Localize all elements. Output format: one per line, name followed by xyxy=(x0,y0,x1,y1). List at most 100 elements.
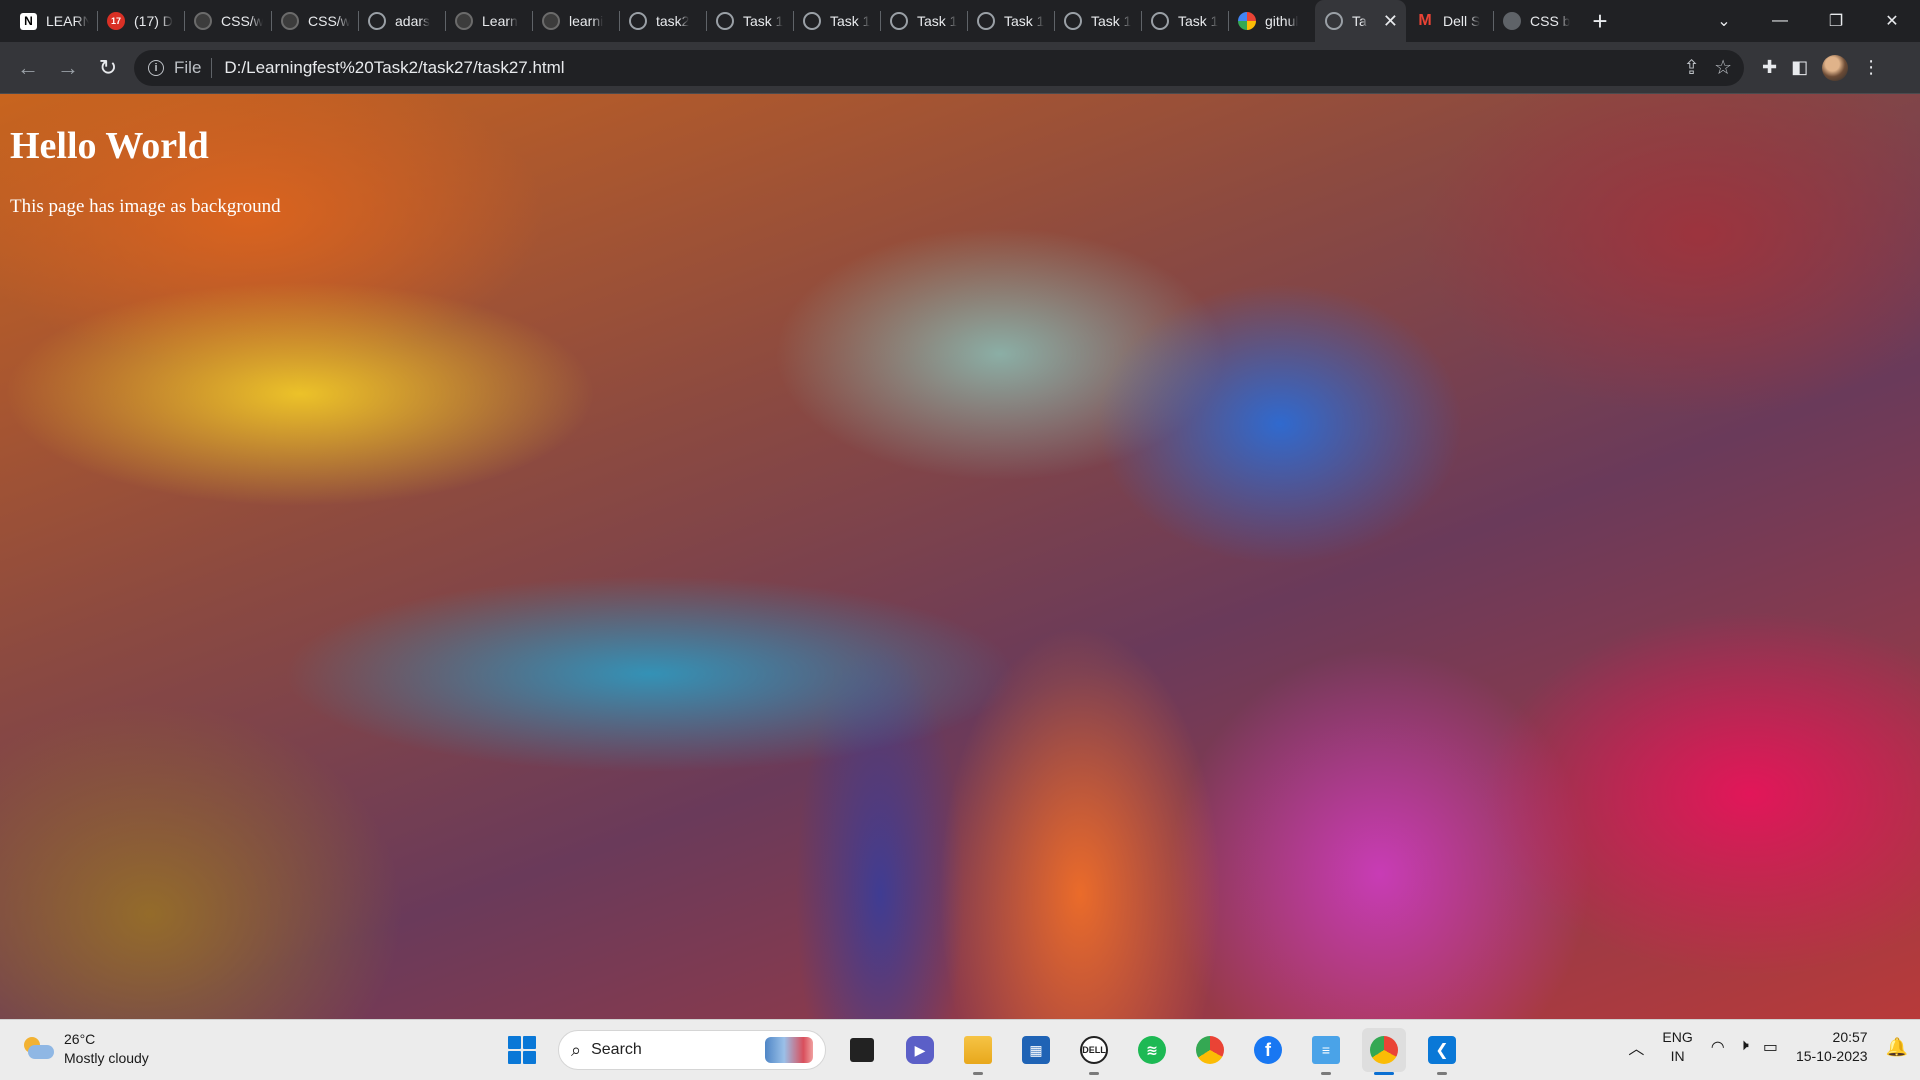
tab[interactable]: Task 1 xyxy=(793,0,880,42)
partly-cloudy-icon xyxy=(20,1035,54,1063)
lang-code: ENG xyxy=(1662,1029,1693,1045)
scheme-chip[interactable]: File xyxy=(174,57,213,78)
search-icon: ⌕ xyxy=(571,1039,582,1060)
reload-icon[interactable]: ↻ xyxy=(88,48,128,88)
url-text[interactable]: D:/Learningfest%20Task2/task27/task27.ht… xyxy=(224,58,564,78)
globe-icon xyxy=(803,12,821,30)
microsoft-store-icon[interactable]: ▦ xyxy=(1014,1028,1058,1072)
spotify-icon[interactable]: ≋ xyxy=(1130,1028,1174,1072)
language-indicator[interactable]: ENG IN xyxy=(1662,1028,1692,1066)
tab-title: Task 1 xyxy=(1091,13,1132,29)
taskbar-search[interactable]: ⌕ Search xyxy=(558,1030,826,1070)
tab-title: (17) D xyxy=(134,13,173,29)
weather-widget[interactable]: 26°C Mostly cloudy xyxy=(20,1030,149,1068)
tab[interactable]: M Dell S xyxy=(1406,0,1493,42)
notepad-icon[interactable]: ≡ xyxy=(1304,1028,1348,1075)
tab[interactable]: CSS b xyxy=(1493,0,1580,42)
red-badge-icon: 17 xyxy=(107,12,125,30)
lang-region: IN xyxy=(1670,1048,1685,1064)
new-tab-button[interactable]: + xyxy=(1580,0,1620,42)
tab-title: Task 1 xyxy=(1004,13,1045,29)
profile-avatar[interactable] xyxy=(1822,54,1849,81)
vscode-icon[interactable]: ❮ xyxy=(1420,1028,1464,1075)
tab[interactable]: N LEARN xyxy=(10,0,97,42)
windows-start-icon[interactable] xyxy=(500,1028,544,1072)
tab-title: CSS/w xyxy=(308,13,350,29)
github-icon xyxy=(194,12,212,30)
page-paragraph: This page has image as background xyxy=(10,196,281,217)
quick-settings[interactable]: ◠ 🕨 ▭ xyxy=(1711,1037,1778,1057)
tab-title: Task 1 xyxy=(1178,13,1219,29)
tab[interactable]: Task 1 xyxy=(706,0,793,42)
tab-title: LEARN xyxy=(46,13,89,29)
tab-title: CSS b xyxy=(1530,13,1571,29)
tab[interactable]: adars xyxy=(358,0,445,42)
search-placeholder: Search xyxy=(591,1041,642,1058)
tab-title: Dell S xyxy=(1443,13,1481,29)
close-tab-icon[interactable]: ✕ xyxy=(1383,12,1398,30)
bookmark-star-icon[interactable]: ☆ xyxy=(1714,55,1732,80)
address-bar[interactable]: i File D:/Learningfest%20Task2/task27/ta… xyxy=(134,49,1744,86)
notion-icon: N xyxy=(20,12,37,30)
search-highlight-image xyxy=(765,1037,813,1063)
tab[interactable]: 17 (17) D xyxy=(97,0,184,42)
more-menu-icon[interactable]: ⋮ xyxy=(1862,57,1880,78)
globe-icon xyxy=(890,12,908,30)
globe-icon xyxy=(368,12,386,30)
teams-chat-icon[interactable]: ▶ xyxy=(898,1028,942,1072)
share-icon[interactable]: ⇪ xyxy=(1683,55,1700,80)
tab[interactable]: CSS/w xyxy=(184,0,271,42)
clock-time: 20:57 xyxy=(1832,1029,1868,1045)
tab[interactable]: learni xyxy=(532,0,619,42)
toolbar-actions: ✚ ◧ ⋮ xyxy=(1762,54,1880,81)
globe-icon xyxy=(977,12,995,30)
back-arrow-icon[interactable]: ← xyxy=(8,48,48,88)
tab-title: adars xyxy=(395,13,431,29)
tab[interactable]: Task 1 xyxy=(1141,0,1228,42)
windows-taskbar: 26°C Mostly cloudy ⌕ Search ▶ ▦ DELL ≋ f… xyxy=(0,1019,1920,1080)
tab[interactable]: Task 1 xyxy=(880,0,967,42)
info-icon[interactable]: i xyxy=(148,59,164,76)
restore-icon[interactable]: ❐ xyxy=(1808,0,1864,42)
github-icon xyxy=(281,12,299,30)
task-view-icon[interactable] xyxy=(840,1028,884,1072)
weather-condition: Mostly cloudy xyxy=(64,1050,149,1066)
globe-icon xyxy=(1325,12,1343,30)
side-panel-icon[interactable]: ◧ xyxy=(1791,57,1808,78)
tab-title: Ta xyxy=(1352,13,1367,29)
tab-active[interactable]: Ta ✕ xyxy=(1315,0,1406,42)
tab[interactable]: Learn xyxy=(445,0,532,42)
file-explorer-icon[interactable] xyxy=(956,1028,1000,1075)
globe-icon xyxy=(716,12,734,30)
show-hidden-icons-chevron-icon[interactable]: ︿ xyxy=(1628,1035,1644,1059)
chrome-profile-icon[interactable] xyxy=(1362,1028,1406,1075)
extensions-puzzle-icon[interactable]: ✚ xyxy=(1762,57,1777,78)
tab-search-chevron-icon[interactable]: ⌄ xyxy=(1696,0,1752,42)
chrome-icon[interactable] xyxy=(1188,1028,1232,1072)
globe-icon xyxy=(1064,12,1082,30)
globe-icon xyxy=(629,12,647,30)
tab[interactable]: CSS/w xyxy=(271,0,358,42)
tab-title: Task 1 xyxy=(917,13,958,29)
github-icon xyxy=(542,12,560,30)
tab[interactable]: githul xyxy=(1228,0,1315,42)
notification-bell-icon[interactable]: 🔔 xyxy=(1886,1037,1908,1058)
tab[interactable]: Task 1 xyxy=(967,0,1054,42)
speaker-muted-icon: 🕨 xyxy=(1738,1037,1749,1054)
omnibox-actions: ⇪ ☆ xyxy=(1683,55,1732,80)
weather-temp: 26°C xyxy=(64,1031,96,1047)
tab[interactable]: Task 1 xyxy=(1054,0,1141,42)
close-window-icon[interactable]: ✕ xyxy=(1864,0,1920,42)
browser-tabstrip: N LEARN 17 (17) D CSS/w CSS/w adars Lear… xyxy=(0,0,1920,42)
tab-title: githul xyxy=(1265,13,1299,29)
wifi-icon: ◠ xyxy=(1710,1039,1725,1056)
clock[interactable]: 20:57 15-10-2023 xyxy=(1796,1028,1868,1066)
tab[interactable]: task2 xyxy=(619,0,706,42)
forward-arrow-icon[interactable]: → xyxy=(48,48,88,88)
facebook-icon[interactable]: f xyxy=(1246,1028,1290,1072)
tab-title: learni xyxy=(569,13,604,29)
window-controls: ⌄ — ❐ ✕ xyxy=(1696,0,1920,42)
tab-title: task2 xyxy=(656,13,690,29)
minimize-icon[interactable]: — xyxy=(1752,0,1808,42)
dell-icon[interactable]: DELL xyxy=(1072,1028,1116,1075)
